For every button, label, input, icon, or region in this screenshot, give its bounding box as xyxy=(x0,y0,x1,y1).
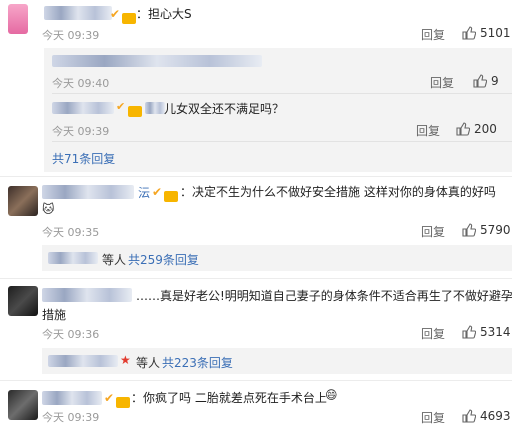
divider xyxy=(0,176,512,177)
thumbs-up-icon xyxy=(456,122,470,136)
comment-time: 今天 09:39 xyxy=(42,29,100,42)
view-all-replies-link[interactable]: 共259条回复 xyxy=(128,251,199,268)
comment-text: ：决定不生为什么不做好安全措施 这样对你的身体真的好吗 xyxy=(180,185,496,199)
reply-divider xyxy=(52,93,512,94)
reply-divider xyxy=(52,141,512,142)
avatar[interactable] xyxy=(8,286,38,316)
reply-button[interactable]: 回复 xyxy=(430,74,454,91)
reply-username-blurred[interactable] xyxy=(48,355,118,367)
username-tail[interactable]: 沄 xyxy=(138,184,150,201)
reply-button[interactable]: 回复 xyxy=(421,26,445,43)
like-count: 200 xyxy=(474,122,497,136)
thumbs-up-icon xyxy=(462,26,476,40)
reply-button[interactable]: 回复 xyxy=(421,325,445,342)
verified-icon: ✔ xyxy=(104,391,115,405)
level-icon xyxy=(121,8,136,27)
like-button[interactable]: 4693 xyxy=(462,409,511,423)
username-blurred[interactable] xyxy=(42,288,132,302)
like-button[interactable]: 5101 xyxy=(462,26,511,40)
level-icon xyxy=(163,186,178,205)
comment-time: 今天 09:39 xyxy=(42,411,100,424)
like-count: 5314 xyxy=(480,325,511,339)
verified-icon: ✔ xyxy=(116,100,126,113)
reply-button[interactable]: 回复 xyxy=(421,409,445,426)
reply-summary-prefix: 等人 xyxy=(102,253,127,267)
reply-username-blurred[interactable] xyxy=(48,252,98,264)
reply-button[interactable]: 回复 xyxy=(421,223,445,240)
divider xyxy=(0,278,512,279)
thumbs-up-icon xyxy=(462,223,476,237)
username-blurred[interactable] xyxy=(42,185,134,199)
reply-time: 今天 09:40 xyxy=(52,77,110,90)
like-count: 5101 xyxy=(480,26,511,40)
username-blurred[interactable] xyxy=(42,391,102,405)
reply-username-blurred[interactable] xyxy=(145,102,165,114)
like-count: 4693 xyxy=(480,409,511,423)
username-blurred[interactable] xyxy=(44,6,112,20)
reply-username-blurred[interactable] xyxy=(52,102,114,114)
like-button[interactable]: 200 xyxy=(456,122,497,136)
comment-time: 今天 09:35 xyxy=(42,226,100,239)
verified-icon: ✔ xyxy=(110,7,121,21)
level-icon xyxy=(115,392,130,411)
avatar[interactable] xyxy=(8,4,28,34)
reply-text: 儿女双全还不满足吗？ xyxy=(164,102,285,116)
thumbs-up-icon xyxy=(462,409,476,423)
like-count: 9 xyxy=(491,74,499,88)
reply-summary-prefix: 等人 xyxy=(136,356,161,370)
reply-username-blurred[interactable] xyxy=(52,55,262,67)
badge-icon: ★ xyxy=(120,353,131,367)
like-button[interactable]: 9 xyxy=(473,74,499,88)
like-button[interactable]: 5790 xyxy=(462,223,511,237)
comment-text: ：你疯了吗 二胎就差点死在手术台上 xyxy=(131,391,327,405)
emoji-icon: 😄 xyxy=(325,388,338,402)
comment-text: ……真是好老公!明明知道自己妻子的身体条件不适合再生了不做好避孕 xyxy=(136,289,512,303)
avatar[interactable] xyxy=(8,186,38,216)
like-count: 5790 xyxy=(480,223,511,237)
emoji-icon: 🐱 xyxy=(42,202,55,216)
comment-text-continued: 措施 xyxy=(42,308,67,322)
thumbs-up-icon xyxy=(473,74,487,88)
reply-time: 今天 09:39 xyxy=(52,125,110,138)
view-all-replies-link[interactable]: 共223条回复 xyxy=(162,354,233,371)
verified-icon: ✔ xyxy=(152,185,163,199)
like-button[interactable]: 5314 xyxy=(462,325,511,339)
reply-button[interactable]: 回复 xyxy=(416,122,440,139)
view-all-replies-link[interactable]: 共71条回复 xyxy=(52,150,115,167)
divider xyxy=(0,380,512,381)
avatar[interactable] xyxy=(8,390,38,420)
level-icon xyxy=(127,101,142,120)
comment-text: ：担心大S xyxy=(136,7,192,21)
comment-time: 今天 09:36 xyxy=(42,328,100,341)
thumbs-up-icon xyxy=(462,325,476,339)
